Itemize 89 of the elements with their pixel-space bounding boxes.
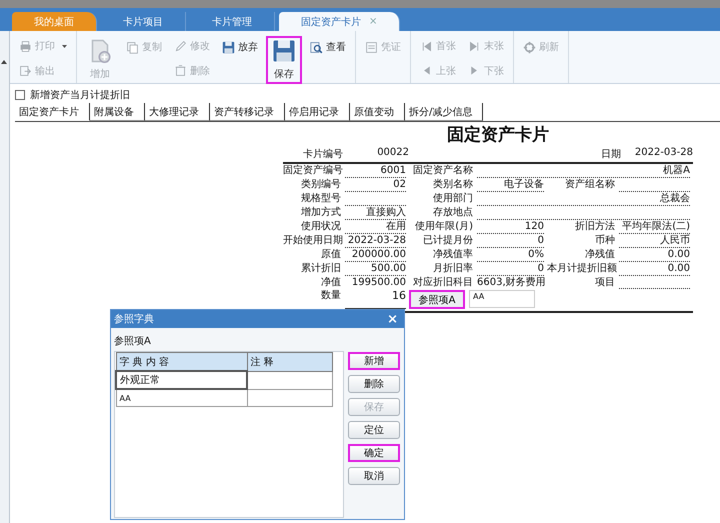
checkbox-label: 新增资产当月计提折旧: [30, 88, 130, 102]
field-value: 2022-03-28: [345, 235, 406, 248]
table-cell[interactable]: AA: [116, 389, 247, 406]
field-value: 6603,财务费用: [477, 277, 544, 289]
checkbox[interactable]: [15, 90, 25, 100]
printer-icon: [19, 40, 32, 53]
field-label: 日期: [600, 148, 621, 161]
field-label: 使用部门: [432, 193, 474, 206]
field-label: 折旧方法: [574, 221, 616, 234]
dialog-button[interactable]: 新增: [348, 352, 400, 370]
tab[interactable]: 附属设备: [90, 103, 145, 121]
search-icon: [310, 40, 323, 54]
column-header: 注 释: [247, 352, 332, 371]
tab[interactable]: 固定资产卡片 ×: [279, 12, 400, 31]
toolbar-button[interactable]: 放弃: [218, 36, 262, 58]
field-label: 原值: [320, 249, 342, 262]
field-value: 0: [477, 235, 544, 248]
field-label: 存放地点: [432, 207, 474, 220]
doc-icon: [365, 40, 378, 54]
field-label: 固定资产名称: [412, 165, 474, 178]
scroll-up-icon[interactable]: [1, 60, 7, 64]
copy-icon: [126, 40, 139, 54]
field-label: 规格型号: [300, 193, 342, 206]
field-label: 类别名称: [432, 179, 474, 192]
export-icon: [19, 64, 32, 78]
field-label: 固定资产编号: [283, 165, 343, 178]
field-value: 0%: [477, 249, 544, 262]
field-value: 0.00: [619, 263, 690, 276]
field-label: 类别编号: [300, 179, 342, 192]
tab[interactable]: 原值变动: [350, 103, 405, 121]
dialog-caption: 参照项A: [113, 334, 152, 349]
field-label: 使用状况: [300, 221, 342, 234]
reference-button[interactable]: 参照项A: [409, 290, 465, 309]
field-value: 00022: [376, 147, 409, 160]
caret-icon: [62, 44, 67, 48]
field-value: 在用: [345, 221, 406, 234]
table-cell[interactable]: [247, 371, 332, 389]
table-cell[interactable]: [247, 389, 332, 406]
field-value: 0.00: [619, 249, 690, 262]
field-label: 月折旧率: [432, 263, 474, 276]
field-label: 币种: [594, 235, 616, 248]
field-value: 200000.00: [345, 249, 406, 262]
field-label: 项目: [594, 277, 616, 289]
field-value: 02: [345, 179, 406, 192]
field-label: 增加方式: [300, 207, 342, 220]
field-value: 500.00: [345, 263, 406, 276]
field-label: 开始使用日期: [283, 235, 343, 248]
field-label: 卡片编号: [302, 148, 343, 161]
tab[interactable]: 大修理记录: [145, 103, 210, 121]
field-label: 本月计提折旧额: [547, 263, 617, 276]
field-value: 总裁会: [477, 193, 690, 206]
field-value: 电子设备: [477, 179, 544, 192]
tab[interactable]: 拆分/减少信息: [405, 103, 484, 121]
field-label: 净残值率: [432, 249, 474, 262]
field-value: 平均年限法(二): [619, 221, 690, 234]
field-value: 直接购入: [345, 207, 406, 220]
last-icon: [468, 40, 481, 53]
field-label: 净值: [320, 277, 342, 289]
toolbar-button[interactable]: 查看: [306, 36, 350, 58]
dialog-button[interactable]: 确定: [348, 444, 400, 462]
dialog-button[interactable]: 删除: [348, 375, 400, 393]
field-label: 已计提月份: [422, 235, 474, 248]
toolbar-large-button[interactable]: 保存: [266, 36, 302, 84]
field-value: 6001: [345, 165, 406, 178]
field-label: 对应折旧科目: [412, 277, 474, 289]
first-icon: [420, 40, 433, 53]
field-value: 120: [477, 221, 544, 234]
field-label: 数量: [320, 290, 342, 303]
table-cell[interactable]: 外观正常: [116, 371, 247, 389]
field-label: 净残值: [584, 249, 616, 262]
field-value: 机器A: [477, 165, 690, 178]
field-label: 累计折旧: [300, 263, 342, 276]
dialog-title: 参照字典: [114, 312, 154, 326]
card-title: 固定资产卡片: [446, 124, 550, 146]
field-value: 2022-03-28: [634, 147, 693, 160]
field-label: 资产组名称: [564, 179, 616, 192]
tab[interactable]: 资产转移记录: [210, 103, 285, 121]
field-value: 人民币: [619, 235, 690, 248]
dialog-button[interactable]: 定位: [348, 421, 400, 439]
trash-icon: [174, 64, 187, 78]
field-label: 使用年限(月): [414, 221, 474, 234]
dialog-button[interactable]: 取消: [348, 467, 400, 485]
pencil-icon: [174, 40, 187, 53]
tab[interactable]: 停启用记录: [285, 103, 350, 121]
input-field[interactable]: AA: [469, 290, 535, 308]
field-value: 199500.00: [350, 277, 406, 289]
close-icon[interactable]: ×: [387, 312, 398, 326]
field-value: 0: [477, 263, 544, 276]
column-header: 字 典 内 容: [116, 352, 247, 371]
